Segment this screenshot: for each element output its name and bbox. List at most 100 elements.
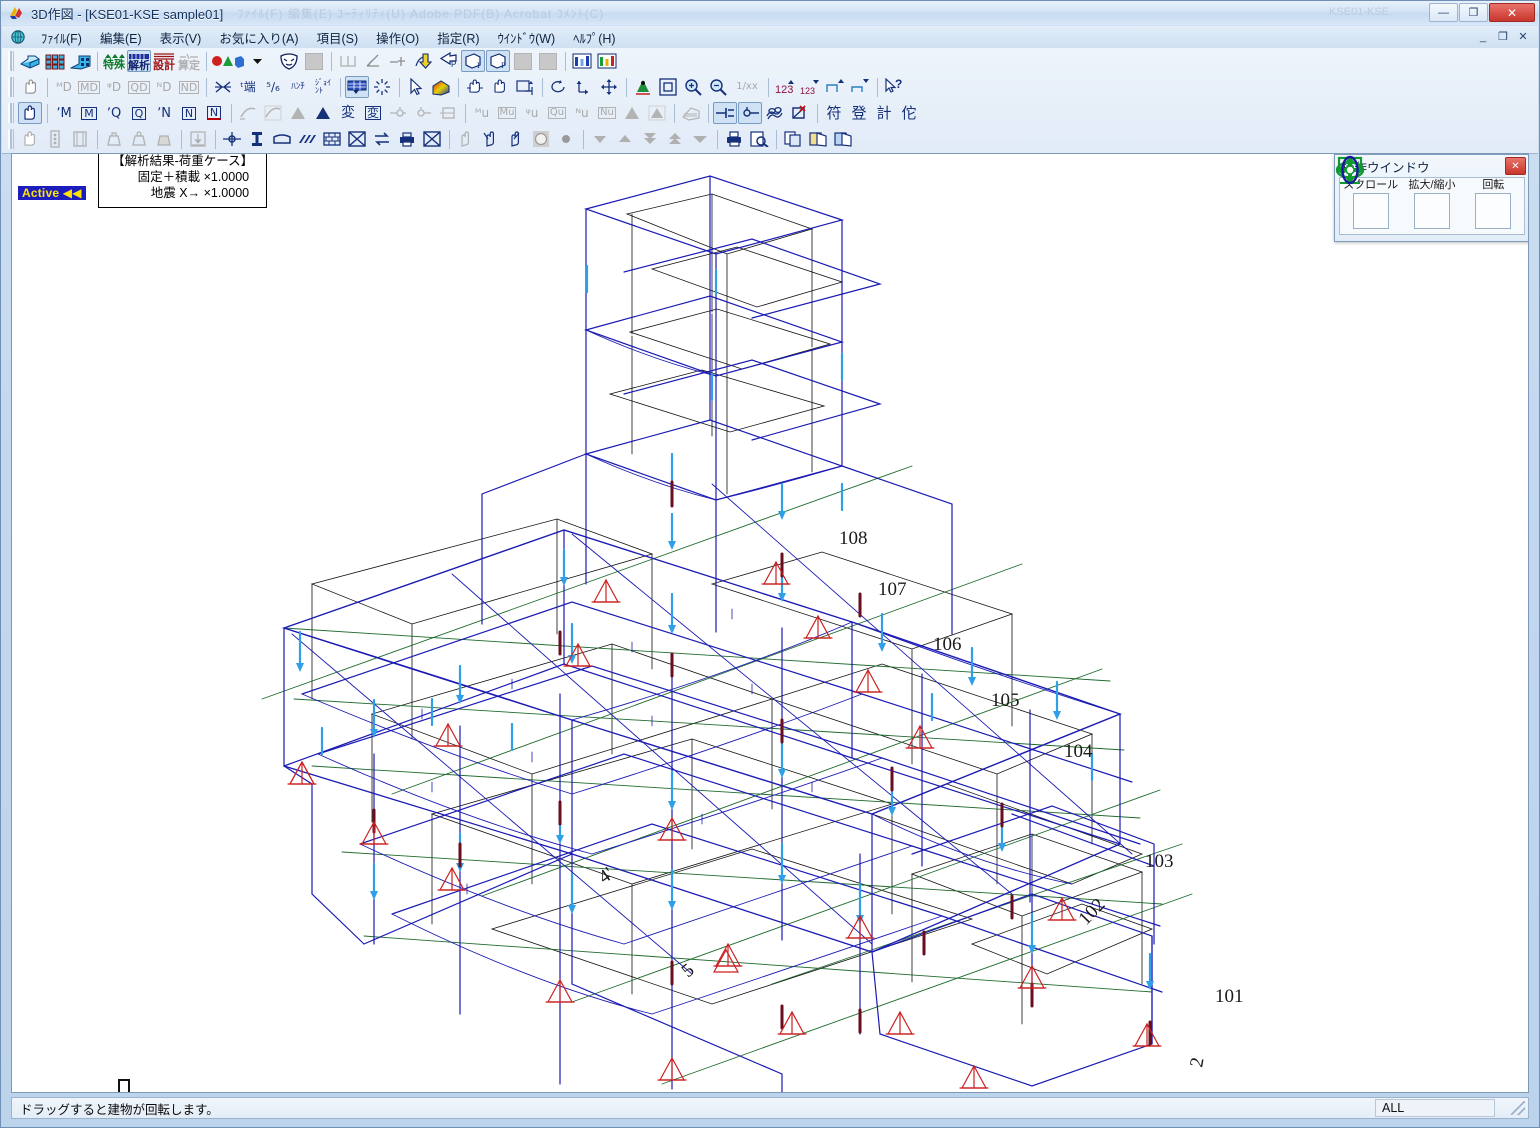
mdi-minimize-button[interactable]: _: [1474, 28, 1492, 45]
pick-remove-button[interactable]: P: [436, 50, 460, 72]
maximize-button[interactable]: ❐: [1459, 3, 1488, 22]
menu-item-edit[interactable]: 編集(E): [91, 26, 151, 49]
analysis-button[interactable]: 解析: [127, 50, 151, 72]
menu-item-designate[interactable]: 指定(R): [428, 26, 488, 49]
toolbar-grip[interactable]: [8, 103, 14, 123]
operation-window-close-button[interactable]: ✕: [1505, 157, 1526, 175]
print-icon-button[interactable]: [395, 128, 419, 150]
cross-box2-button[interactable]: [420, 128, 444, 150]
step-up-button[interactable]: [823, 76, 847, 98]
mdi-close-button[interactable]: ✕: [1514, 28, 1532, 45]
drawing-canvas[interactable]: 108 107 106 105 104 103 102 101 101' 2 2…: [11, 153, 1529, 1093]
view-p-button[interactable]: P: [486, 50, 510, 72]
menu-item-file[interactable]: ﾌｧｲﾙ(F): [32, 26, 91, 49]
pin-connection-button[interactable]: [713, 102, 737, 124]
document-globe-icon[interactable]: [10, 29, 26, 45]
rotate-button[interactable]: [547, 76, 571, 98]
hand-tool-button[interactable]: [18, 102, 42, 124]
delete-mark-button[interactable]: [788, 102, 812, 124]
n-button[interactable]: ʼN: [152, 102, 176, 124]
bar-chart-color-button[interactable]: [595, 50, 619, 72]
move-all-button[interactable]: [597, 76, 621, 98]
grid-plan-button[interactable]: [43, 50, 67, 72]
color-fill-button[interactable]: [429, 76, 453, 98]
support-blue-button[interactable]: [311, 102, 335, 124]
zoom-tool[interactable]: 拡大/縮小: [1337, 156, 1461, 229]
paste-blue-button[interactable]: [831, 128, 855, 150]
fraction-button[interactable]: ⁵∕₆: [261, 76, 285, 98]
center-button[interactable]: [211, 76, 235, 98]
scroll-tool[interactable]: スクロール: [1336, 156, 1400, 229]
node-target-button[interactable]: [220, 128, 244, 150]
print-preview-button[interactable]: [747, 128, 771, 150]
menu-item-window[interactable]: ｳｲﾝﾄﾞｳ(W): [489, 26, 565, 49]
status-mode-field[interactable]: ALL: [1375, 1099, 1495, 1117]
edge-button[interactable]: ᵗ端: [236, 76, 260, 98]
four-way-scroll-icon[interactable]: [1336, 156, 1389, 229]
number-down-button[interactable]: 123: [798, 76, 822, 98]
deform-button[interactable]: 変: [336, 102, 360, 124]
q-box-button[interactable]: Q: [127, 102, 151, 124]
select-arrow-button[interactable]: [404, 76, 428, 98]
toolbar-grip[interactable]: [8, 51, 14, 71]
haunch-button[interactable]: ﾊﾝﾁ: [286, 76, 310, 98]
special-button[interactable]: 特殊: [102, 50, 126, 72]
flip-button[interactable]: [370, 128, 394, 150]
cross-box-button[interactable]: [345, 128, 369, 150]
pick2-button[interactable]: [479, 128, 503, 150]
shape-dropdown-button[interactable]: [246, 50, 268, 72]
toolbar-grip[interactable]: [8, 77, 14, 97]
steel-section-button[interactable]: [245, 128, 269, 150]
step-down-button[interactable]: [848, 76, 872, 98]
zoom-in-button[interactable]: [681, 76, 705, 98]
sparkle-button[interactable]: [370, 76, 394, 98]
design-button[interactable]: 設計: [152, 50, 176, 72]
zoom-out-button[interactable]: [706, 76, 730, 98]
elevation-button[interactable]: [68, 50, 92, 72]
menu-item-favorites[interactable]: お気に入り(A): [210, 26, 307, 49]
drag-hand-button[interactable]: [463, 76, 487, 98]
active-tag[interactable]: Active ◀◀: [18, 186, 86, 200]
m-button[interactable]: ʼM: [52, 102, 76, 124]
n-underline-box-button[interactable]: N: [202, 102, 226, 124]
resize-grip[interactable]: [1511, 1101, 1525, 1115]
model-3d-button[interactable]: [18, 50, 42, 72]
print-button[interactable]: [722, 128, 746, 150]
fit-window-button[interactable]: [513, 76, 537, 98]
person-scale-button[interactable]: [631, 76, 655, 98]
close-button[interactable]: ✕: [1489, 3, 1535, 22]
wall-hatch-button[interactable]: [295, 128, 319, 150]
paste-yellow-button[interactable]: [806, 128, 830, 150]
symbol-button[interactable]: 符: [822, 102, 846, 124]
other-button[interactable]: 佗: [897, 102, 921, 124]
joint-button[interactable]: ｼﾞｮｲ ﾝﾄ: [311, 76, 335, 98]
menu-item-help[interactable]: ﾍﾙﾌﾟ(H): [564, 26, 624, 49]
minimize-button[interactable]: —: [1429, 3, 1458, 22]
brick-button[interactable]: [320, 128, 344, 150]
move-step-button[interactable]: [572, 76, 596, 98]
shape-color-button[interactable]: [211, 50, 245, 72]
deform-box-button[interactable]: 変: [361, 102, 385, 124]
rotate-tool[interactable]: 回転: [1335, 155, 1522, 229]
zoom-in-out-icon[interactable]: [1337, 156, 1450, 229]
menu-item-view[interactable]: 表示(V): [151, 26, 211, 49]
pick3-button[interactable]: [504, 128, 528, 150]
roller-connection-button[interactable]: [738, 102, 762, 124]
zoom-box-button[interactable]: [656, 76, 680, 98]
toolbar-grip[interactable]: [8, 129, 14, 149]
rebar-button[interactable]: [763, 102, 787, 124]
menu-item-items[interactable]: 項目(S): [307, 26, 367, 49]
menu-item-operation[interactable]: 操作(O): [367, 26, 428, 49]
bar-chart-blue-button[interactable]: [570, 50, 594, 72]
m-box-button[interactable]: M: [77, 102, 101, 124]
table-view-button[interactable]: [345, 76, 369, 98]
view-i-button[interactable]: I: [461, 50, 485, 72]
operation-window[interactable]: 操作ウインドウ ✕ スクロール 拡大/縮小 回転: [1334, 154, 1528, 242]
pick-insert-button[interactable]: [411, 50, 435, 72]
number-up-button[interactable]: 123: [773, 76, 797, 98]
calc-button[interactable]: 計: [872, 102, 896, 124]
mask-button[interactable]: [277, 50, 301, 72]
n-box-button[interactable]: N: [177, 102, 201, 124]
help-pointer-button[interactable]: ?: [882, 76, 906, 98]
rotate-orbit-icon[interactable]: [1335, 155, 1512, 229]
